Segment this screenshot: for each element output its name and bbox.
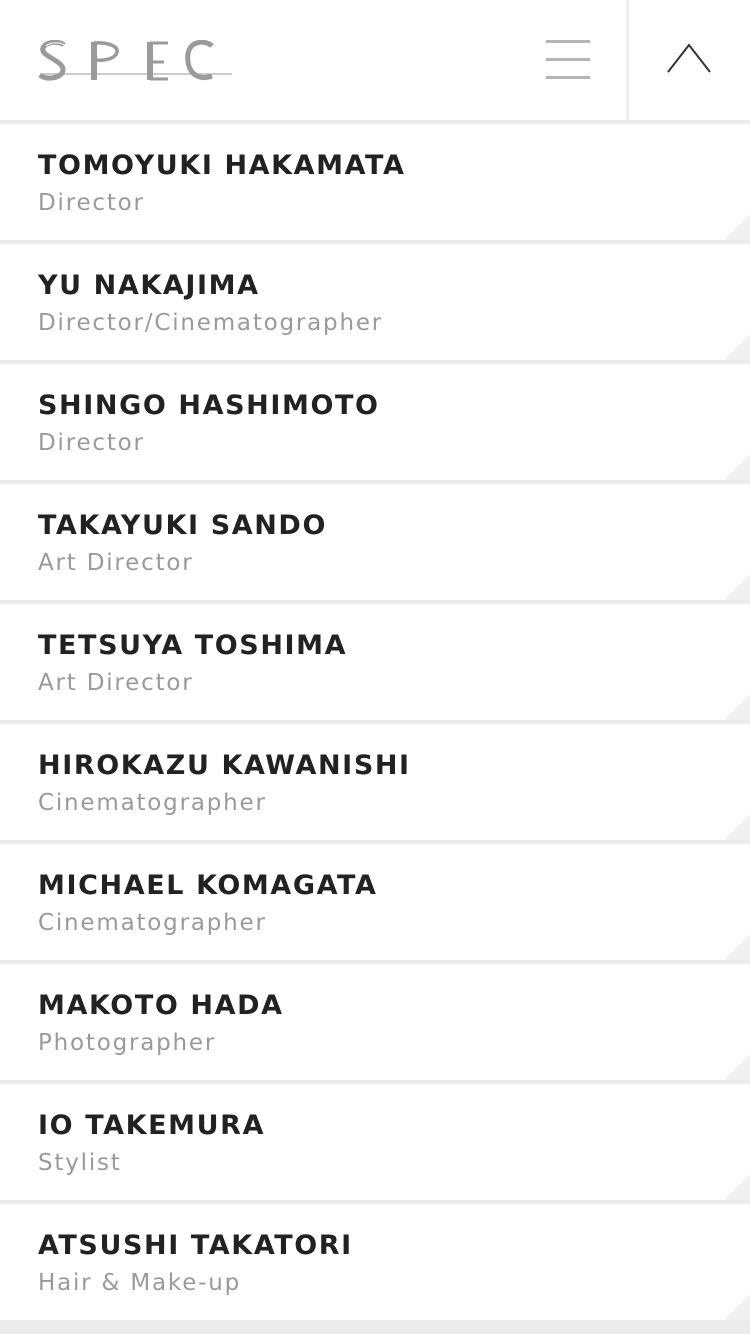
staff-role: Cinematographer — [38, 910, 267, 936]
staff-role: Cinematographer — [38, 790, 267, 816]
staff-item[interactable]: ATSUSHI TAKATORI Hair & Make-up — [0, 1204, 750, 1320]
header — [0, 0, 750, 120]
staff-name: TOMOYUKI HAKAMATA — [38, 150, 406, 181]
staff-item[interactable]: SHINGO HASHIMOTO Director — [0, 364, 750, 480]
staff-name: ATSUSHI TAKATORI — [38, 1230, 353, 1261]
staff-role: Director — [38, 190, 145, 216]
staff-role: Art Director — [38, 670, 194, 696]
staff-role: Art Director — [38, 550, 194, 576]
menu-bar — [546, 40, 590, 43]
staff-name: MICHAEL KOMAGATA — [38, 870, 378, 901]
staff-item[interactable]: TETSUYA TOSHIMA Art Director — [0, 604, 750, 720]
staff-item[interactable]: HIROKAZU KAWANISHI Cinematographer — [0, 724, 750, 840]
scroll-top-button[interactable] — [629, 0, 750, 120]
menu-bar — [546, 76, 590, 79]
staff-item[interactable]: TOMOYUKI HAKAMATA Director — [0, 124, 750, 240]
staff-item[interactable]: MAKOTO HADA Photographer — [0, 964, 750, 1080]
staff-name: IO TAKEMURA — [38, 1110, 266, 1141]
staff-name: TAKAYUKI SANDO — [38, 510, 327, 541]
staff-name: YU NAKAJIMA — [38, 270, 260, 301]
menu-button[interactable] — [546, 40, 590, 80]
staff-role: Director — [38, 430, 145, 456]
staff-name: MAKOTO HADA — [38, 990, 284, 1021]
staff-role: Photographer — [38, 1030, 217, 1056]
staff-role: Hair & Make-up — [38, 1270, 242, 1296]
staff-name: TETSUYA TOSHIMA — [38, 630, 348, 661]
staff-item[interactable]: YU NAKAJIMA Director/Cinematographer — [0, 244, 750, 360]
staff-list: TOMOYUKI HAKAMATA Director YU NAKAJIMA D… — [0, 124, 750, 1324]
staff-name: HIROKAZU KAWANISHI — [38, 750, 411, 781]
menu-bar — [546, 58, 590, 61]
staff-item[interactable]: IO TAKEMURA Stylist — [0, 1084, 750, 1200]
spec-logo[interactable] — [38, 40, 232, 82]
page: TOMOYUKI HAKAMATA Director YU NAKAJIMA D… — [0, 0, 750, 1334]
staff-role: Stylist — [38, 1150, 122, 1176]
staff-role: Director/Cinematographer — [38, 310, 384, 336]
staff-item[interactable]: MICHAEL KOMAGATA Cinematographer — [0, 844, 750, 960]
chevron-up-icon — [667, 43, 711, 73]
staff-item[interactable]: TAKAYUKI SANDO Art Director — [0, 484, 750, 600]
staff-name: SHINGO HASHIMOTO — [38, 390, 380, 421]
